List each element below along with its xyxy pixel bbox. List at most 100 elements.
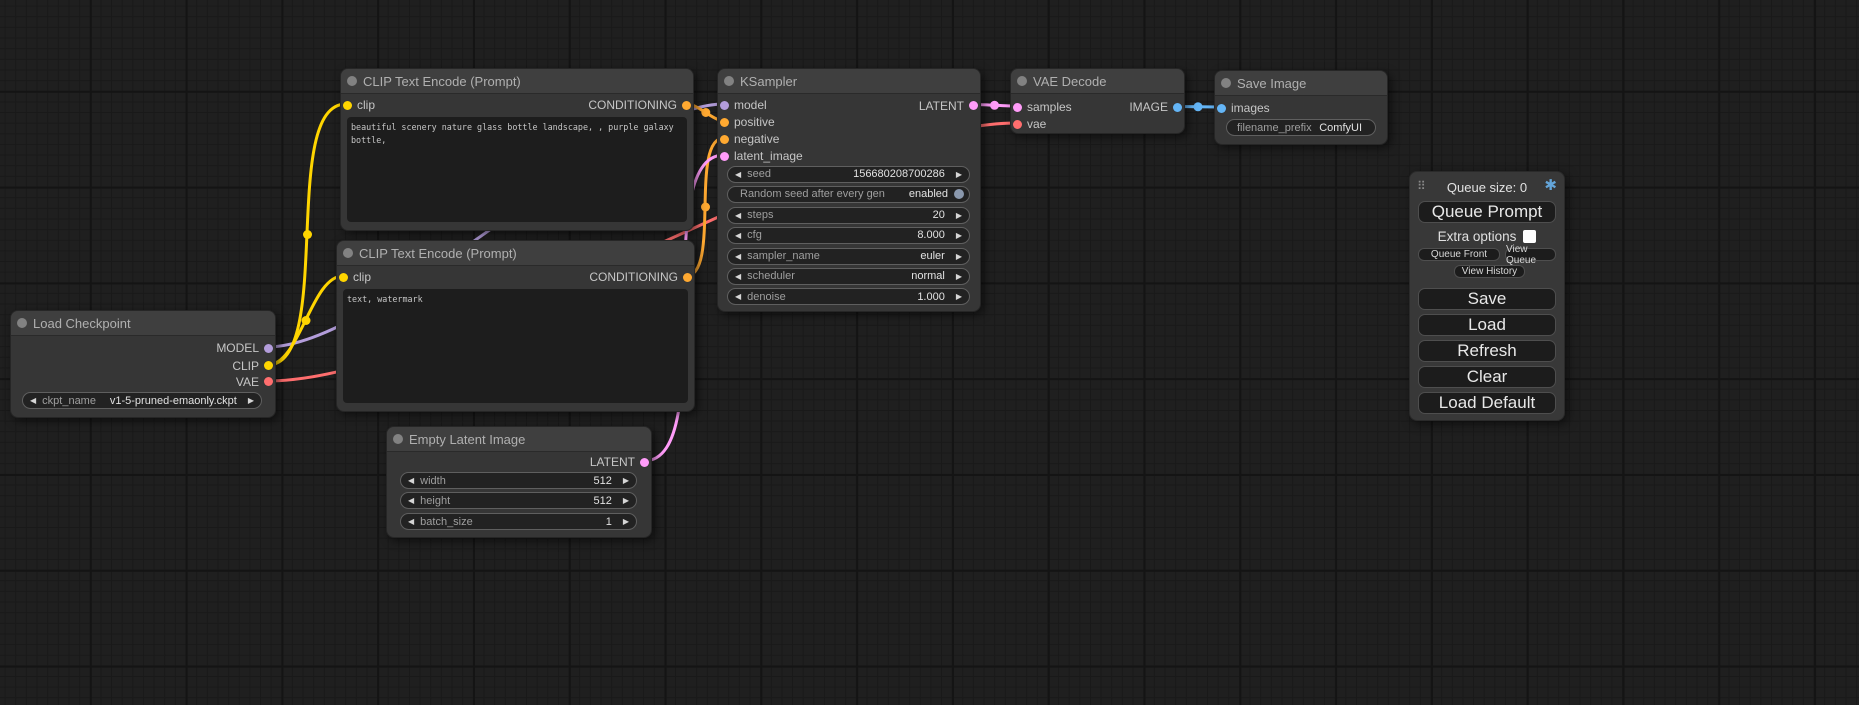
- decrement-arrow-icon[interactable]: ◀: [728, 269, 741, 284]
- latent-output-port[interactable]: [969, 101, 978, 110]
- widget-sampler-name[interactable]: ◀ sampler_name euler ▶: [727, 248, 970, 265]
- widget-filename-prefix[interactable]: filename_prefix ComfyUI: [1226, 119, 1376, 136]
- increment-arrow-icon[interactable]: ▶: [956, 249, 969, 264]
- node-title-bar[interactable]: VAE Decode: [1011, 69, 1184, 94]
- widget-batch-size[interactable]: ◀ batch_size 1 ▶: [400, 513, 637, 530]
- widget-ckpt-name[interactable]: ◀ ckpt_name v1-5-pruned-emaonly.ckpt ▶: [22, 392, 262, 409]
- latent-output-port[interactable]: [640, 458, 649, 467]
- clear-button[interactable]: Clear: [1418, 366, 1556, 388]
- conditioning-output-port[interactable]: [683, 273, 692, 282]
- settings-gear-icon[interactable]: ✱: [1544, 178, 1557, 193]
- positive-input-port[interactable]: [720, 118, 729, 127]
- clip-input-port[interactable]: [339, 273, 348, 282]
- decrement-arrow-icon[interactable]: ◀: [728, 289, 741, 304]
- node-clip-text-encode-positive[interactable]: CLIP Text Encode (Prompt) clip CONDITION…: [340, 68, 694, 231]
- increment-arrow-icon[interactable]: ▶: [956, 269, 969, 284]
- queue-front-button[interactable]: Queue Front: [1418, 248, 1500, 261]
- node-title-bar[interactable]: CLIP Text Encode (Prompt): [337, 241, 694, 266]
- view-queue-button[interactable]: View Queue: [1505, 248, 1556, 261]
- negative-input-port[interactable]: [720, 135, 729, 144]
- collapse-dot-icon[interactable]: [347, 76, 357, 86]
- decrement-arrow-icon[interactable]: ◀: [401, 493, 414, 508]
- increment-arrow-icon[interactable]: ▶: [956, 228, 969, 243]
- load-button[interactable]: Load: [1418, 314, 1556, 336]
- widget-random-seed[interactable]: Random seed after every gen enabled: [727, 186, 970, 203]
- increment-arrow-icon[interactable]: ▶: [956, 289, 969, 304]
- model-input-port[interactable]: [720, 101, 729, 110]
- node-canvas[interactable]: Load Checkpoint MODEL CLIP VAE ◀ ckpt_na…: [0, 0, 1859, 705]
- node-title-bar[interactable]: Empty Latent Image: [387, 427, 651, 452]
- link-dot-cond-positive[interactable]: [701, 108, 710, 117]
- collapse-dot-icon[interactable]: [724, 76, 734, 86]
- clip-output-port[interactable]: [264, 361, 273, 370]
- increment-arrow-icon[interactable]: ▶: [956, 208, 969, 223]
- conditioning-output-port[interactable]: [682, 101, 691, 110]
- node-title-bar[interactable]: CLIP Text Encode (Prompt): [341, 69, 693, 94]
- decrement-arrow-icon[interactable]: ◀: [728, 167, 741, 182]
- widget-seed[interactable]: ◀ seed 156680208700286 ▶: [727, 166, 970, 183]
- link-dot-image[interactable]: [1194, 102, 1203, 111]
- refresh-button[interactable]: Refresh: [1418, 340, 1556, 362]
- widget-steps[interactable]: ◀ steps 20 ▶: [727, 207, 970, 224]
- increment-arrow-icon[interactable]: ▶: [623, 473, 636, 488]
- decrement-arrow-icon[interactable]: ◀: [401, 473, 414, 488]
- toggle-indicator[interactable]: [954, 189, 964, 199]
- image-output-port[interactable]: [1173, 103, 1182, 112]
- collapse-dot-icon[interactable]: [393, 434, 403, 444]
- node-load-checkpoint[interactable]: Load Checkpoint MODEL CLIP VAE ◀ ckpt_na…: [10, 310, 276, 418]
- widget-cfg[interactable]: ◀ cfg 8.000 ▶: [727, 227, 970, 244]
- increment-arrow-icon[interactable]: ▶: [248, 393, 261, 408]
- load-default-button[interactable]: Load Default: [1418, 392, 1556, 414]
- node-vae-decode[interactable]: VAE Decode samples vae IMAGE: [1010, 68, 1185, 134]
- samples-input-port[interactable]: [1013, 103, 1022, 112]
- increment-arrow-icon[interactable]: ▶: [623, 493, 636, 508]
- increment-arrow-icon[interactable]: ▶: [956, 167, 969, 182]
- latent-image-input-port[interactable]: [720, 152, 729, 161]
- input-label: clip: [357, 98, 375, 112]
- extra-options-checkbox[interactable]: [1523, 230, 1536, 243]
- widget-height[interactable]: ◀ height 512 ▶: [400, 492, 637, 509]
- queue-panel[interactable]: ⠿ Queue size: 0 ✱ Queue Prompt Extra opt…: [1409, 171, 1565, 421]
- increment-arrow-icon[interactable]: ▶: [623, 514, 636, 529]
- node-title-bar[interactable]: Save Image: [1215, 71, 1387, 96]
- queue-prompt-button[interactable]: Queue Prompt: [1418, 201, 1556, 223]
- collapse-dot-icon[interactable]: [1017, 76, 1027, 86]
- output-label: VAE: [236, 375, 259, 389]
- model-output-port[interactable]: [264, 344, 273, 353]
- link-dot-clip-negative[interactable]: [302, 316, 311, 325]
- decrement-arrow-icon[interactable]: ◀: [401, 514, 414, 529]
- widget-value: 156680208700286: [853, 168, 956, 180]
- collapse-dot-icon[interactable]: [17, 318, 27, 328]
- prompt-textarea[interactable]: beautiful scenery nature glass bottle la…: [347, 117, 687, 222]
- link-dot-clip-positive[interactable]: [303, 230, 312, 239]
- clip-input-port[interactable]: [343, 101, 352, 110]
- decrement-arrow-icon[interactable]: ◀: [728, 228, 741, 243]
- widget-value: 1: [606, 516, 623, 528]
- save-button[interactable]: Save: [1418, 288, 1556, 310]
- input-label: positive: [734, 115, 775, 129]
- widget-denoise[interactable]: ◀ denoise 1.000 ▶: [727, 288, 970, 305]
- node-title-bar[interactable]: KSampler: [718, 69, 980, 94]
- node-title-bar[interactable]: Load Checkpoint: [11, 311, 275, 336]
- node-ksampler[interactable]: KSampler model positive negative latent_…: [717, 68, 981, 312]
- vae-output-port[interactable]: [264, 377, 273, 386]
- decrement-arrow-icon[interactable]: ◀: [728, 208, 741, 223]
- node-title: Load Checkpoint: [33, 316, 131, 331]
- link-dot-cond-negative[interactable]: [701, 203, 710, 212]
- decrement-arrow-icon[interactable]: ◀: [23, 393, 36, 408]
- link-dot-latent-samples[interactable]: [990, 101, 999, 110]
- collapse-dot-icon[interactable]: [343, 248, 353, 258]
- decrement-arrow-icon[interactable]: ◀: [728, 249, 741, 264]
- node-empty-latent-image[interactable]: Empty Latent Image LATENT ◀ width 512 ▶ …: [386, 426, 652, 538]
- vae-input-port[interactable]: [1013, 120, 1022, 129]
- node-clip-text-encode-negative[interactable]: CLIP Text Encode (Prompt) clip CONDITION…: [336, 240, 695, 412]
- widget-width[interactable]: ◀ width 512 ▶: [400, 472, 637, 489]
- view-history-button[interactable]: View History: [1454, 265, 1525, 278]
- queue-size-label: Queue size: 0: [1410, 180, 1564, 195]
- widget-label: ckpt_name: [36, 395, 96, 407]
- prompt-textarea[interactable]: text, watermark: [343, 289, 688, 403]
- images-input-port[interactable]: [1217, 104, 1226, 113]
- widget-scheduler[interactable]: ◀ scheduler normal ▶: [727, 268, 970, 285]
- node-save-image[interactable]: Save Image images filename_prefix ComfyU…: [1214, 70, 1388, 145]
- collapse-dot-icon[interactable]: [1221, 78, 1231, 88]
